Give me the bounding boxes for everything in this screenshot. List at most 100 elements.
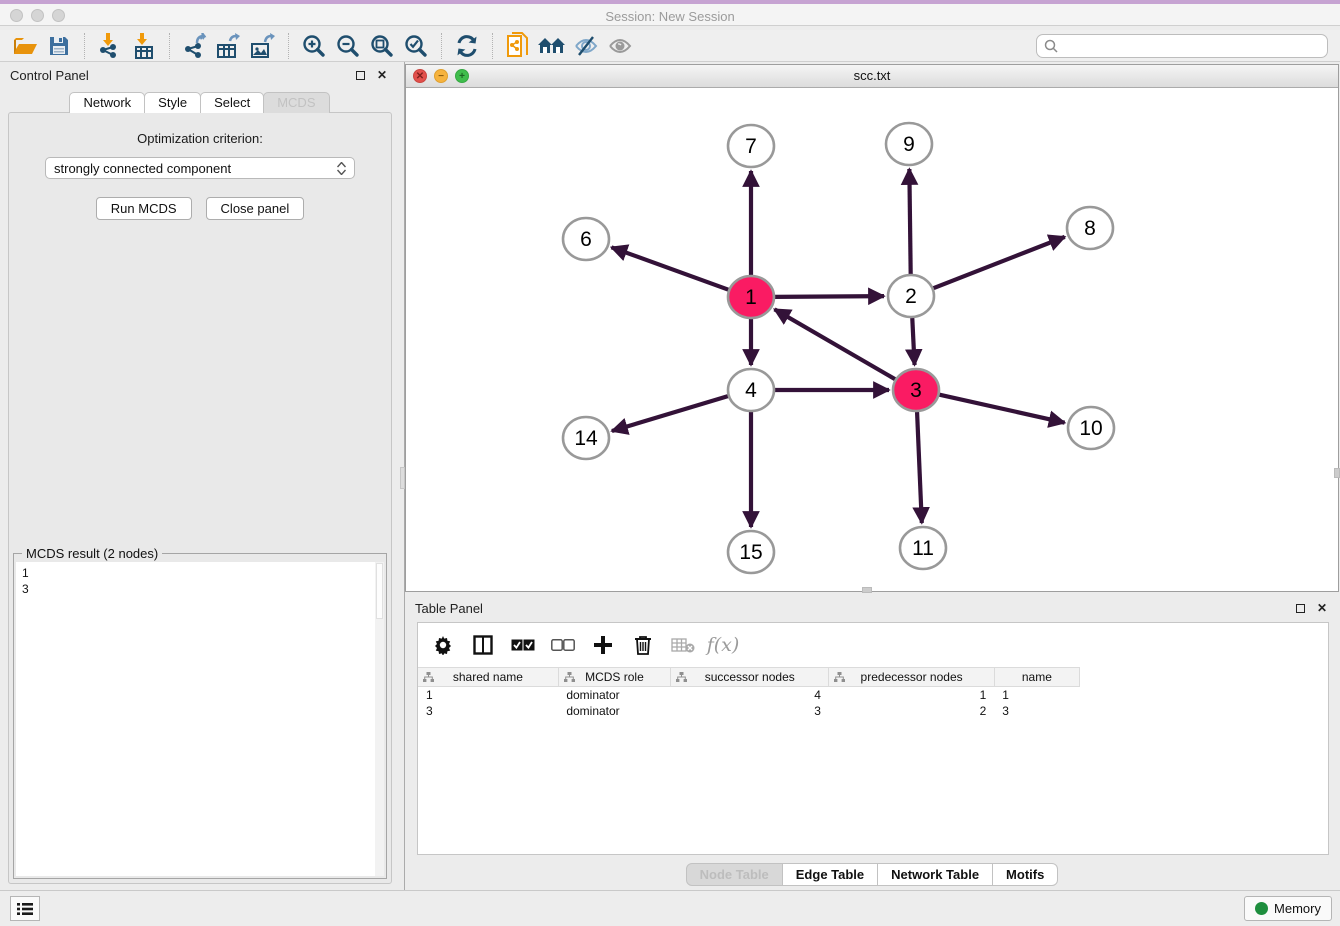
table-row[interactable]: 1 dominator 4 1 1	[418, 687, 1080, 703]
cell-predecessor-nodes[interactable]: 1	[829, 687, 994, 703]
toolbar-separator	[492, 33, 493, 59]
graph-node-15[interactable]: 15	[728, 531, 774, 573]
deselect-all-rows-icon[interactable]	[550, 632, 576, 658]
graph-edge-2-8[interactable]	[933, 237, 1064, 288]
tab-style[interactable]: Style	[144, 92, 201, 113]
graph-node-10[interactable]: 10	[1068, 407, 1114, 449]
graph-node-4[interactable]: 4	[728, 369, 774, 411]
cell-name[interactable]: 3	[994, 703, 1079, 719]
tab-mcds[interactable]: MCDS	[263, 92, 329, 113]
graph-edge-1-2[interactable]	[775, 296, 884, 297]
table-row[interactable]: 3 dominator 3 2 3	[418, 703, 1080, 719]
export-network-icon[interactable]	[178, 32, 212, 60]
graph-node-7[interactable]: 7	[728, 125, 774, 167]
network-window-title: scc.txt	[406, 68, 1338, 83]
graph-edge-3-1[interactable]	[775, 309, 896, 379]
close-table-panel-icon[interactable]: ✕	[1314, 600, 1330, 616]
export-table-icon[interactable]	[212, 32, 246, 60]
cell-shared-name[interactable]: 1	[418, 687, 558, 703]
memory-button[interactable]: Memory	[1244, 896, 1332, 921]
criterion-dropdown[interactable]: strongly connected component	[45, 157, 355, 179]
clone-network-icon[interactable]	[501, 32, 535, 60]
mcds-result-textarea[interactable]: 1 3	[16, 562, 384, 876]
graph-node-6[interactable]: 6	[563, 218, 609, 260]
search-icon	[1044, 39, 1058, 53]
cell-shared-name[interactable]: 3	[418, 703, 558, 719]
mcds-result-title: MCDS result (2 nodes)	[22, 546, 162, 561]
import-table-icon[interactable]	[127, 32, 161, 60]
zoom-in-icon[interactable]	[297, 32, 331, 60]
import-network-icon[interactable]	[93, 32, 127, 60]
table-settings-icon[interactable]	[430, 632, 456, 658]
apply-layout-icon[interactable]	[450, 32, 484, 60]
hide-selected-icon[interactable]	[569, 32, 603, 60]
tab-network-table[interactable]: Network Table	[877, 863, 993, 886]
graph-edge-1-6[interactable]	[611, 247, 728, 289]
graph-edge-3-10[interactable]	[939, 395, 1064, 423]
tab-motifs[interactable]: Motifs	[992, 863, 1058, 886]
network-window-titlebar[interactable]: ✕ − + scc.txt	[406, 65, 1338, 88]
select-all-rows-icon[interactable]	[510, 632, 536, 658]
graph-node-11[interactable]: 11	[900, 527, 946, 569]
graph-node-2[interactable]: 2	[888, 275, 934, 317]
network-canvas[interactable]: 7 9 6 8 1 2 4 3 14 10 15 11	[406, 88, 1338, 591]
graph-node-3[interactable]: 3	[893, 369, 939, 411]
close-panel-icon[interactable]: ✕	[374, 67, 390, 83]
svg-text:14: 14	[574, 427, 598, 450]
graph-edge-2-3[interactable]	[912, 318, 914, 365]
task-history-button[interactable]	[10, 896, 40, 921]
network-resize-grip[interactable]	[862, 587, 872, 593]
cell-successor-nodes[interactable]: 4	[671, 687, 829, 703]
tab-edge-table[interactable]: Edge Table	[782, 863, 878, 886]
graph-node-9[interactable]: 9	[886, 123, 932, 165]
search-box[interactable]	[1036, 34, 1328, 58]
tab-node-table[interactable]: Node Table	[686, 863, 783, 886]
memory-label: Memory	[1274, 901, 1321, 916]
search-input[interactable]	[1063, 39, 1320, 53]
cell-name[interactable]: 1	[994, 687, 1079, 703]
col-mcds-role[interactable]: MCDS role	[558, 668, 670, 687]
network-graph: 7 9 6 8 1 2 4 3 14 10 15 11	[406, 88, 1338, 591]
col-name[interactable]: name	[994, 668, 1079, 687]
col-shared-name[interactable]: shared name	[418, 668, 558, 687]
graph-edge-2-9[interactable]	[909, 169, 910, 274]
zoom-fit-icon[interactable]	[365, 32, 399, 60]
node-table: shared name MCDS role successor nodes pr…	[418, 667, 1080, 719]
tab-select[interactable]: Select	[200, 92, 264, 113]
graph-edge-3-11[interactable]	[917, 412, 922, 523]
cell-mcds-role[interactable]: dominator	[558, 687, 670, 703]
add-row-icon[interactable]	[590, 632, 616, 658]
cell-predecessor-nodes[interactable]: 2	[829, 703, 994, 719]
zoom-selected-icon[interactable]	[399, 32, 433, 60]
cell-successor-nodes[interactable]: 3	[671, 703, 829, 719]
result-scrollbar[interactable]	[375, 562, 384, 876]
col-predecessor-nodes[interactable]: predecessor nodes	[829, 668, 994, 687]
delete-column-icon[interactable]	[670, 632, 696, 658]
col-successor-nodes[interactable]: successor nodes	[671, 668, 829, 687]
export-image-icon[interactable]	[246, 32, 280, 60]
close-panel-button[interactable]: Close panel	[206, 197, 305, 220]
graph-node-8[interactable]: 8	[1067, 207, 1113, 249]
hierarchy-icon	[834, 672, 845, 686]
first-neighbors-icon[interactable]	[535, 32, 569, 60]
float-panel-icon[interactable]	[352, 67, 368, 83]
zoom-out-icon[interactable]	[331, 32, 365, 60]
show-all-icon[interactable]	[603, 32, 637, 60]
float-table-panel-icon[interactable]	[1292, 600, 1308, 616]
graph-edge-4-14[interactable]	[612, 396, 728, 431]
svg-text:7: 7	[745, 135, 757, 158]
delete-row-icon[interactable]	[630, 632, 656, 658]
open-file-icon[interactable]	[8, 32, 42, 60]
svg-text:9: 9	[903, 133, 915, 156]
cell-mcds-role[interactable]: dominator	[558, 703, 670, 719]
network-resize-grip[interactable]	[1334, 468, 1340, 478]
run-mcds-button[interactable]: Run MCDS	[96, 197, 192, 220]
save-session-icon[interactable]	[42, 32, 76, 60]
show-columns-icon[interactable]	[470, 632, 496, 658]
graph-node-14[interactable]: 14	[563, 417, 609, 459]
svg-text:11: 11	[912, 537, 934, 560]
tab-network[interactable]: Network	[69, 92, 145, 113]
function-builder-icon[interactable]: f(x)	[710, 632, 736, 658]
chevron-up-down-icon	[337, 162, 346, 175]
graph-node-1[interactable]: 1	[728, 276, 774, 318]
